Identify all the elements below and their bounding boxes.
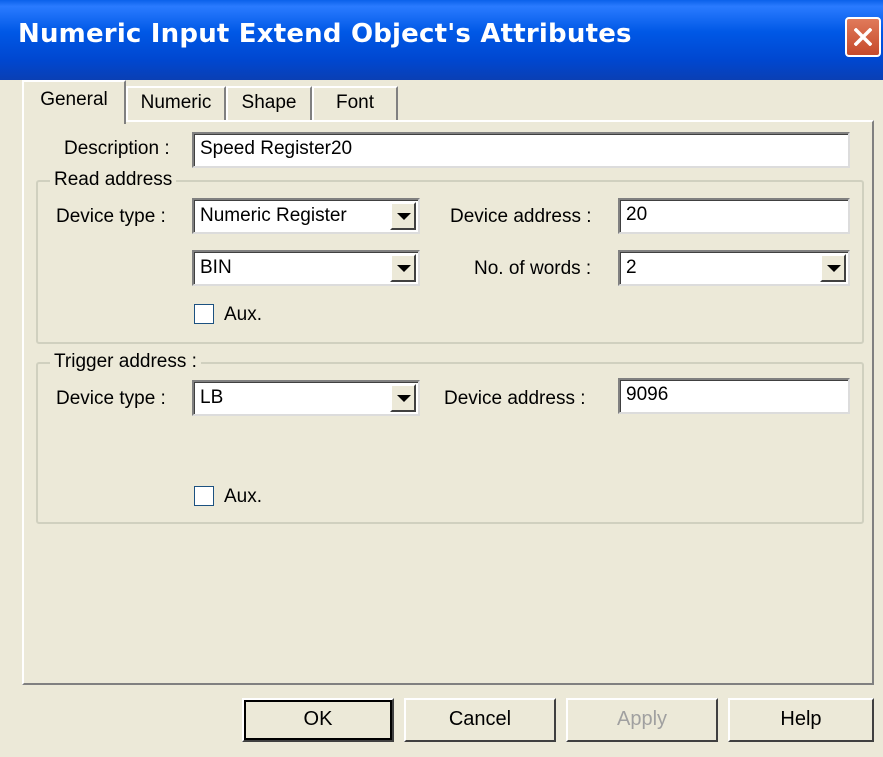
read-format-select[interactable]: BIN (192, 250, 420, 286)
chevron-down-icon[interactable] (390, 384, 416, 412)
words-select[interactable]: 2 (618, 250, 850, 286)
tab-label: General (40, 89, 108, 110)
trigger-device-type-label: Device type : (56, 388, 166, 409)
ok-button[interactable]: OK (242, 698, 394, 742)
cancel-button[interactable]: Cancel (404, 698, 556, 742)
tab-general[interactable]: General (22, 80, 126, 124)
trigger-device-type-select[interactable]: LB (192, 380, 420, 416)
title-bar[interactable]: Numeric Input Extend Object's Attributes (0, 0, 883, 80)
words-value: 2 (626, 257, 637, 278)
read-format-value: BIN (200, 257, 232, 278)
read-device-type-value: Numeric Register (200, 205, 347, 226)
apply-button[interactable]: Apply (566, 698, 718, 742)
tab-label: Shape (241, 92, 297, 113)
read-address-title: Read address (50, 169, 177, 191)
trigger-device-address-label: Device address : (444, 388, 586, 409)
close-button[interactable] (845, 17, 881, 57)
tab-label: Font (335, 92, 375, 113)
help-button[interactable]: Help (728, 698, 874, 742)
description-label: Description : (64, 138, 170, 159)
tab-shape[interactable]: Shape (226, 86, 312, 122)
read-device-type-select[interactable]: Numeric Register (192, 198, 420, 234)
read-device-address-label: Device address : (450, 206, 592, 227)
tab-numeric[interactable]: Numeric (126, 86, 226, 122)
trigger-device-type-value: LB (200, 387, 224, 408)
chevron-down-icon[interactable] (390, 202, 416, 230)
dialog-body: General Numeric Shape Font Description :… (0, 80, 883, 757)
trigger-aux-label: Aux. (224, 486, 263, 507)
tab-font[interactable]: Font (312, 86, 398, 122)
trigger-aux-checkbox[interactable] (194, 486, 214, 506)
close-icon (854, 28, 872, 46)
window-title: Numeric Input Extend Object's Attributes (18, 19, 632, 49)
read-device-address-field[interactable]: 20 (618, 198, 850, 234)
chevron-down-icon[interactable] (820, 254, 846, 282)
read-aux-label: Aux. (224, 304, 263, 325)
trigger-device-address-field[interactable]: 9096 (618, 378, 850, 414)
tab-label: Numeric (140, 92, 212, 113)
chevron-down-icon[interactable] (390, 254, 416, 282)
read-aux-checkbox[interactable] (194, 304, 214, 324)
read-device-type-label: Device type : (56, 206, 166, 227)
trigger-address-title: Trigger address : (50, 351, 201, 373)
words-label: No. of words : (474, 258, 592, 279)
description-field[interactable]: Speed Register20 (192, 132, 850, 168)
